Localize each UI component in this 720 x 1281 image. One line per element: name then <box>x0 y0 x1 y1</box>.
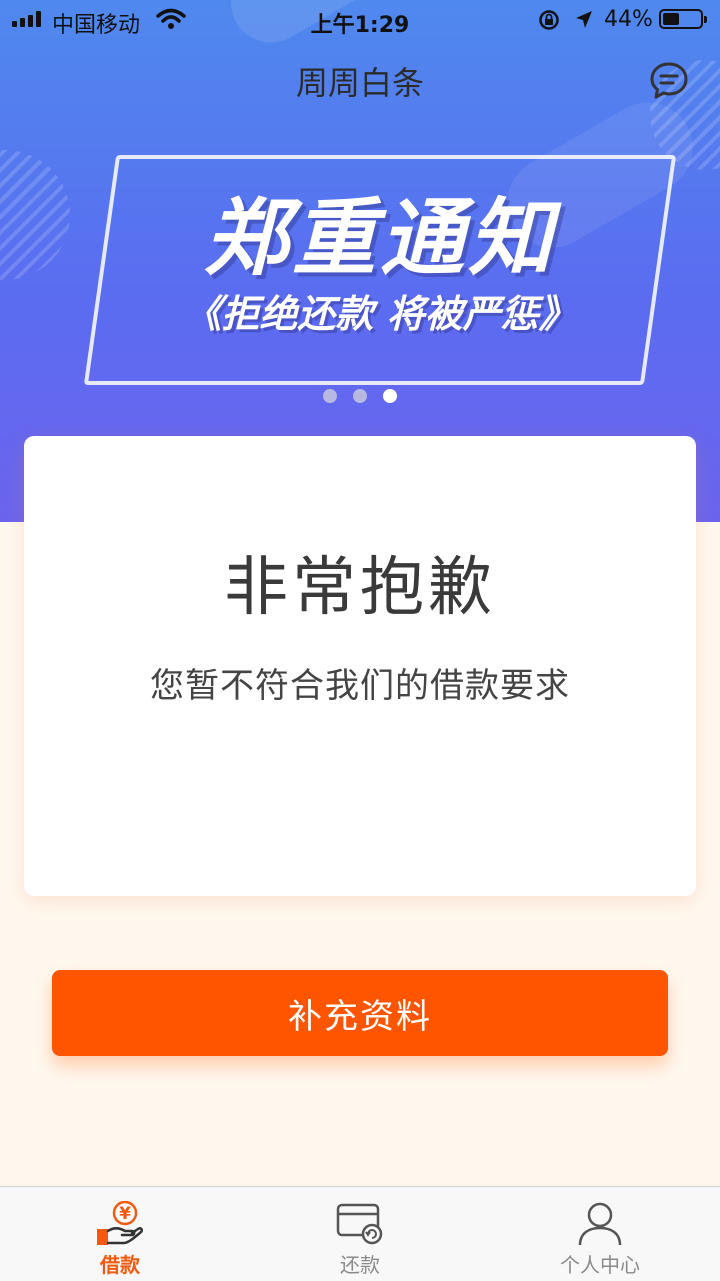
page-title: 周周白条 <box>295 64 424 102</box>
card-message: 您暂不符合我们的借款要求 <box>150 666 570 706</box>
battery-icon <box>659 9 707 29</box>
orientation-lock-icon <box>538 9 560 37</box>
bottom-tab-bar: ¥ 借款 还款 个人中心 <box>0 1186 720 1281</box>
chat-bubble-icon[interactable] <box>648 60 690 106</box>
carousel-dots <box>0 389 720 403</box>
tab-label: 还款 <box>340 1253 380 1277</box>
card-title: 非常抱歉 <box>224 551 496 625</box>
carousel-dot[interactable] <box>383 389 397 403</box>
tab-repay[interactable]: 还款 <box>240 1187 480 1281</box>
supplement-info-button[interactable]: 补充资料 <box>52 970 668 1056</box>
card-refresh-icon <box>334 1201 386 1251</box>
decor-hatched-circle <box>0 150 70 280</box>
hand-yen-icon: ¥ <box>94 1200 146 1251</box>
tab-profile[interactable]: 个人中心 <box>480 1187 720 1281</box>
tab-label: 个人中心 <box>560 1253 640 1277</box>
battery-percentage: 44% <box>604 7 653 32</box>
result-card: 非常抱歉 您暂不符合我们的借款要求 <box>24 436 696 896</box>
banner-subline: 《拒绝还款 将被严惩》 <box>183 292 577 336</box>
battery-level-fill <box>663 13 679 25</box>
tab-borrow[interactable]: ¥ 借款 <box>0 1187 240 1281</box>
banner-headline: 郑重通知 <box>203 189 556 287</box>
carousel-dot[interactable] <box>353 389 367 403</box>
svg-text:¥: ¥ <box>119 1204 131 1224</box>
carousel-dot[interactable] <box>323 389 337 403</box>
tab-label: 借款 <box>100 1253 140 1277</box>
location-arrow-icon <box>574 9 594 37</box>
notice-banner[interactable]: 郑重通知 《拒绝还款 将被严惩》 <box>83 135 677 405</box>
status-bar: 中国移动 上午1:29 44% <box>0 0 720 40</box>
person-icon <box>574 1201 626 1251</box>
